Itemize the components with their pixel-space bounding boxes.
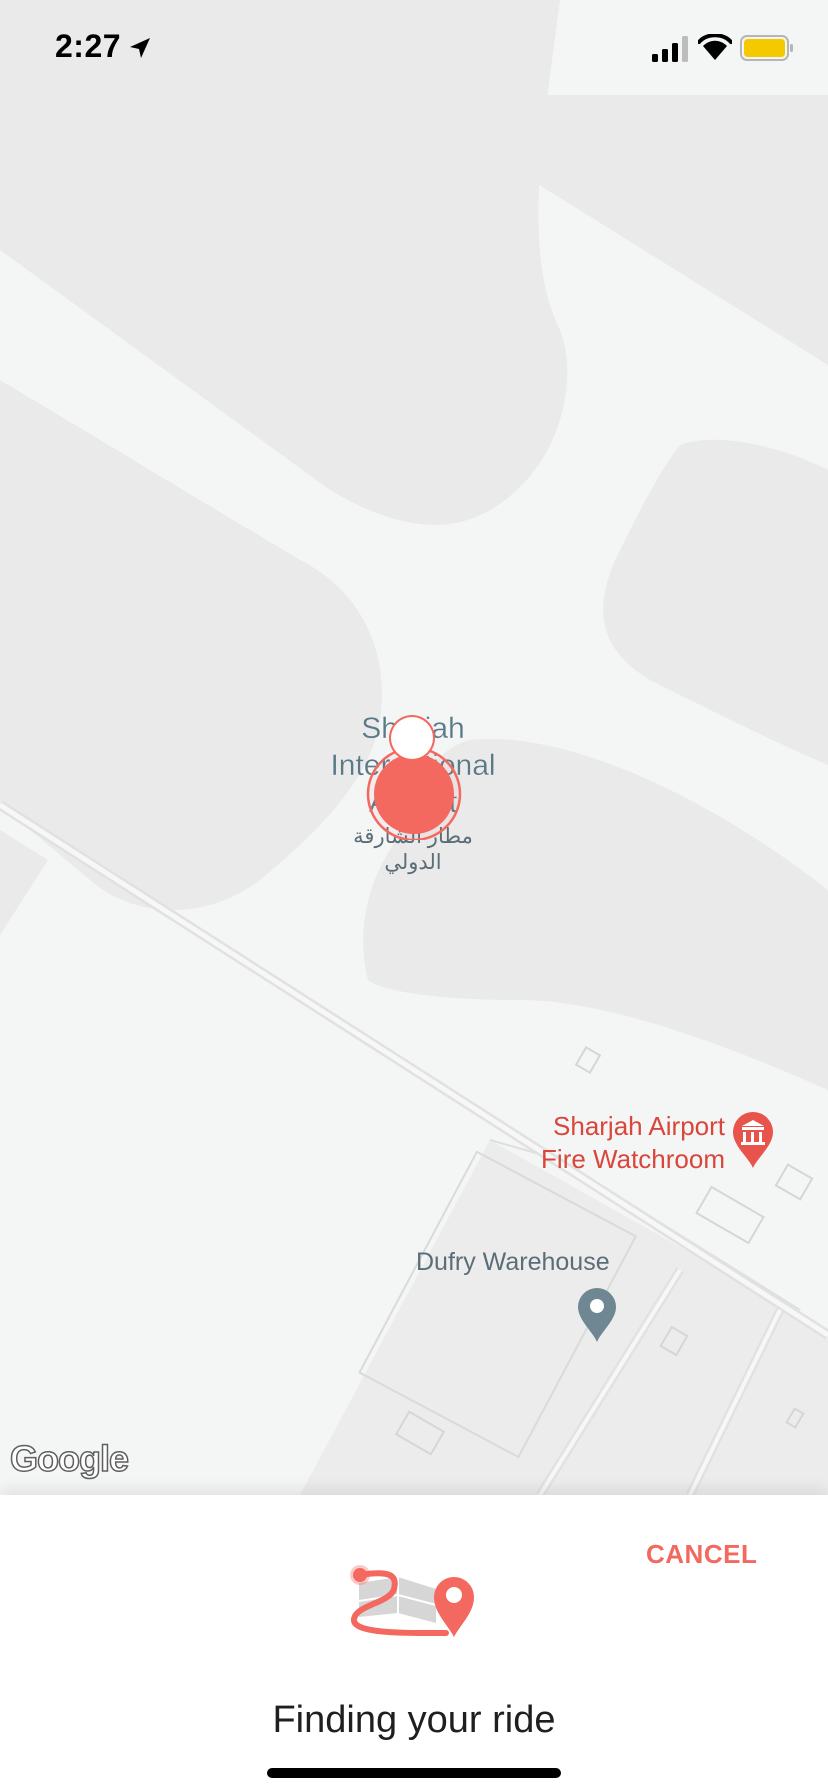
poi-fire-watchroom-label[interactable]: Sharjah Airport Fire Watchroom [535, 1110, 725, 1176]
status-bar: 2:27 [0, 0, 828, 96]
map-view[interactable]: Sharjah International Airport مطار الشار… [0, 0, 828, 1495]
poi-fire-label-line-1: Sharjah Airport [553, 1111, 725, 1141]
route-map-icon [350, 1565, 474, 1637]
home-indicator[interactable] [267, 1768, 561, 1778]
map-pin-icon[interactable] [576, 1286, 618, 1344]
location-arrow-icon [130, 38, 150, 58]
status-time: 2:27 [55, 28, 122, 64]
google-attribution-logo: Google [9, 1437, 130, 1480]
cancel-button[interactable]: CANCEL [646, 1539, 757, 1570]
poi-dufry-warehouse-label[interactable]: Dufry Warehouse [416, 1248, 610, 1277]
wifi-icon [698, 34, 732, 60]
cellular-signal-icon [652, 36, 688, 62]
airport-label-arabic-line-2: الدولي [384, 851, 442, 874]
fire-station-icon[interactable] [731, 1110, 775, 1170]
poi-fire-label-line-2: Fire Watchroom [541, 1144, 725, 1174]
pickup-pin-icon[interactable] [348, 710, 478, 840]
finding-ride-sheet: CANCEL Finding your ride [0, 1495, 828, 1792]
finding-ride-text: Finding your ride [272, 1699, 556, 1741]
battery-icon [740, 35, 793, 61]
